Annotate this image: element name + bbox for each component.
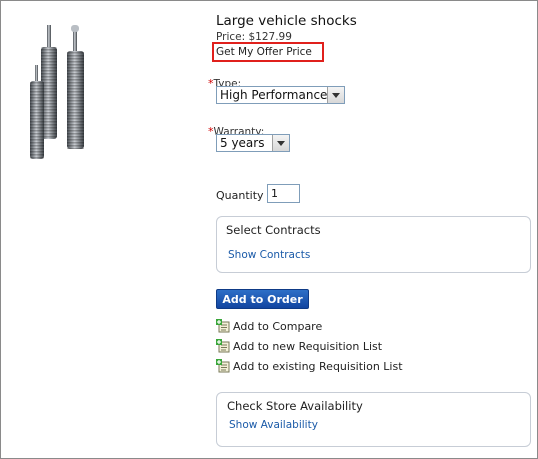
get-offer-price-link[interactable]: Get My Offer Price [212, 42, 324, 62]
type-select-value: High Performance [220, 88, 328, 102]
add-to-existing-requisition-label: Add to existing Requisition List [233, 359, 403, 373]
show-availability-link[interactable]: Show Availability [229, 419, 318, 431]
chevron-down-icon[interactable] [272, 135, 289, 151]
add-list-icon [216, 319, 230, 333]
add-to-existing-requisition-action[interactable]: Add to existing Requisition List [216, 359, 403, 373]
quantity-input[interactable]: 1 [267, 184, 300, 203]
chevron-down-icon[interactable] [327, 87, 344, 103]
product-image [30, 25, 84, 159]
contracts-title: Select Contracts [226, 223, 321, 237]
add-to-new-requisition-label: Add to new Requisition List [233, 339, 383, 353]
warranty-select[interactable]: 5 years [216, 134, 290, 152]
add-to-compare-label: Add to Compare [233, 319, 323, 333]
add-to-compare-action[interactable]: Add to Compare [216, 319, 322, 333]
show-contracts-link[interactable]: Show Contracts [228, 249, 310, 261]
type-select[interactable]: High Performance [216, 86, 345, 104]
store-availability-title: Check Store Availability [227, 399, 363, 413]
product-title: Large vehicle shocks [216, 13, 357, 29]
add-list-icon [216, 359, 230, 373]
store-availability-panel: Check Store Availability Show Availabili… [216, 392, 531, 447]
add-to-new-requisition-action[interactable]: Add to new Requisition List [216, 339, 382, 353]
add-list-icon [216, 339, 230, 353]
quantity-label: Quantity [216, 189, 264, 202]
warranty-select-value: 5 years [220, 136, 265, 150]
add-to-order-button[interactable]: Add to Order [216, 289, 309, 309]
contracts-panel: Select Contracts Show Contracts [216, 216, 531, 273]
product-page: Large vehicle shocks Price: $127.99 Get … [0, 0, 538, 459]
